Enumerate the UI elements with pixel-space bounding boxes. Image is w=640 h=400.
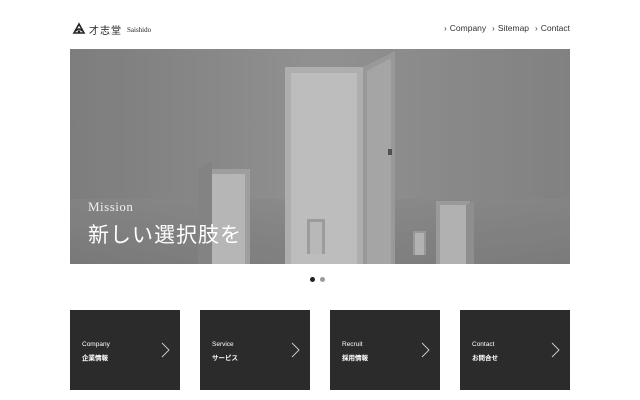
hero-caption: Mission 新しい選択肢を (88, 199, 242, 249)
hero-title: 新しい選択肢を (88, 223, 242, 247)
card-service[interactable]: Service サービス (200, 310, 310, 390)
logo-english-name: Saishido (127, 26, 152, 34)
nav-label: Company (449, 23, 487, 33)
chevron-right-icon (291, 342, 300, 358)
nav-label: Sitemap (497, 23, 530, 33)
logo-japanese-name: 才志堂 (89, 25, 122, 37)
nav-item-contact[interactable]: › Contact (535, 23, 570, 33)
site-logo[interactable]: 才志堂 Saishido (72, 20, 151, 38)
slider-dot-1[interactable] (310, 277, 315, 282)
chevron-right-icon (161, 342, 170, 358)
chevron-right-icon: › (444, 24, 447, 33)
site-header: 才志堂 Saishido › Company › Sitemap › Contact (0, 0, 640, 50)
hero-slider: Mission 新しい選択肢を (70, 49, 570, 264)
chevron-right-icon: › (492, 24, 495, 33)
hero-label: Mission (88, 199, 134, 214)
nav-item-sitemap[interactable]: › Sitemap (492, 23, 529, 33)
slider-pagination (310, 277, 325, 282)
chevron-right-icon (551, 342, 560, 358)
top-nav: › Company › Sitemap › Contact (444, 23, 570, 33)
nav-label: Contact (540, 23, 570, 33)
chevron-right-icon: › (535, 24, 538, 33)
nav-item-company[interactable]: › Company (444, 23, 486, 33)
slider-dot-2[interactable] (320, 277, 325, 282)
card-recruit[interactable]: Recruit 採用情報 (330, 310, 440, 390)
category-cards: Company 企業情報 Service サービス Recruit 採用情報 C… (70, 310, 570, 390)
card-contact[interactable]: Contact お問合せ (460, 310, 570, 390)
brush-emblem-icon (72, 22, 86, 34)
card-company[interactable]: Company 企業情報 (70, 310, 180, 390)
chevron-right-icon (421, 342, 430, 358)
